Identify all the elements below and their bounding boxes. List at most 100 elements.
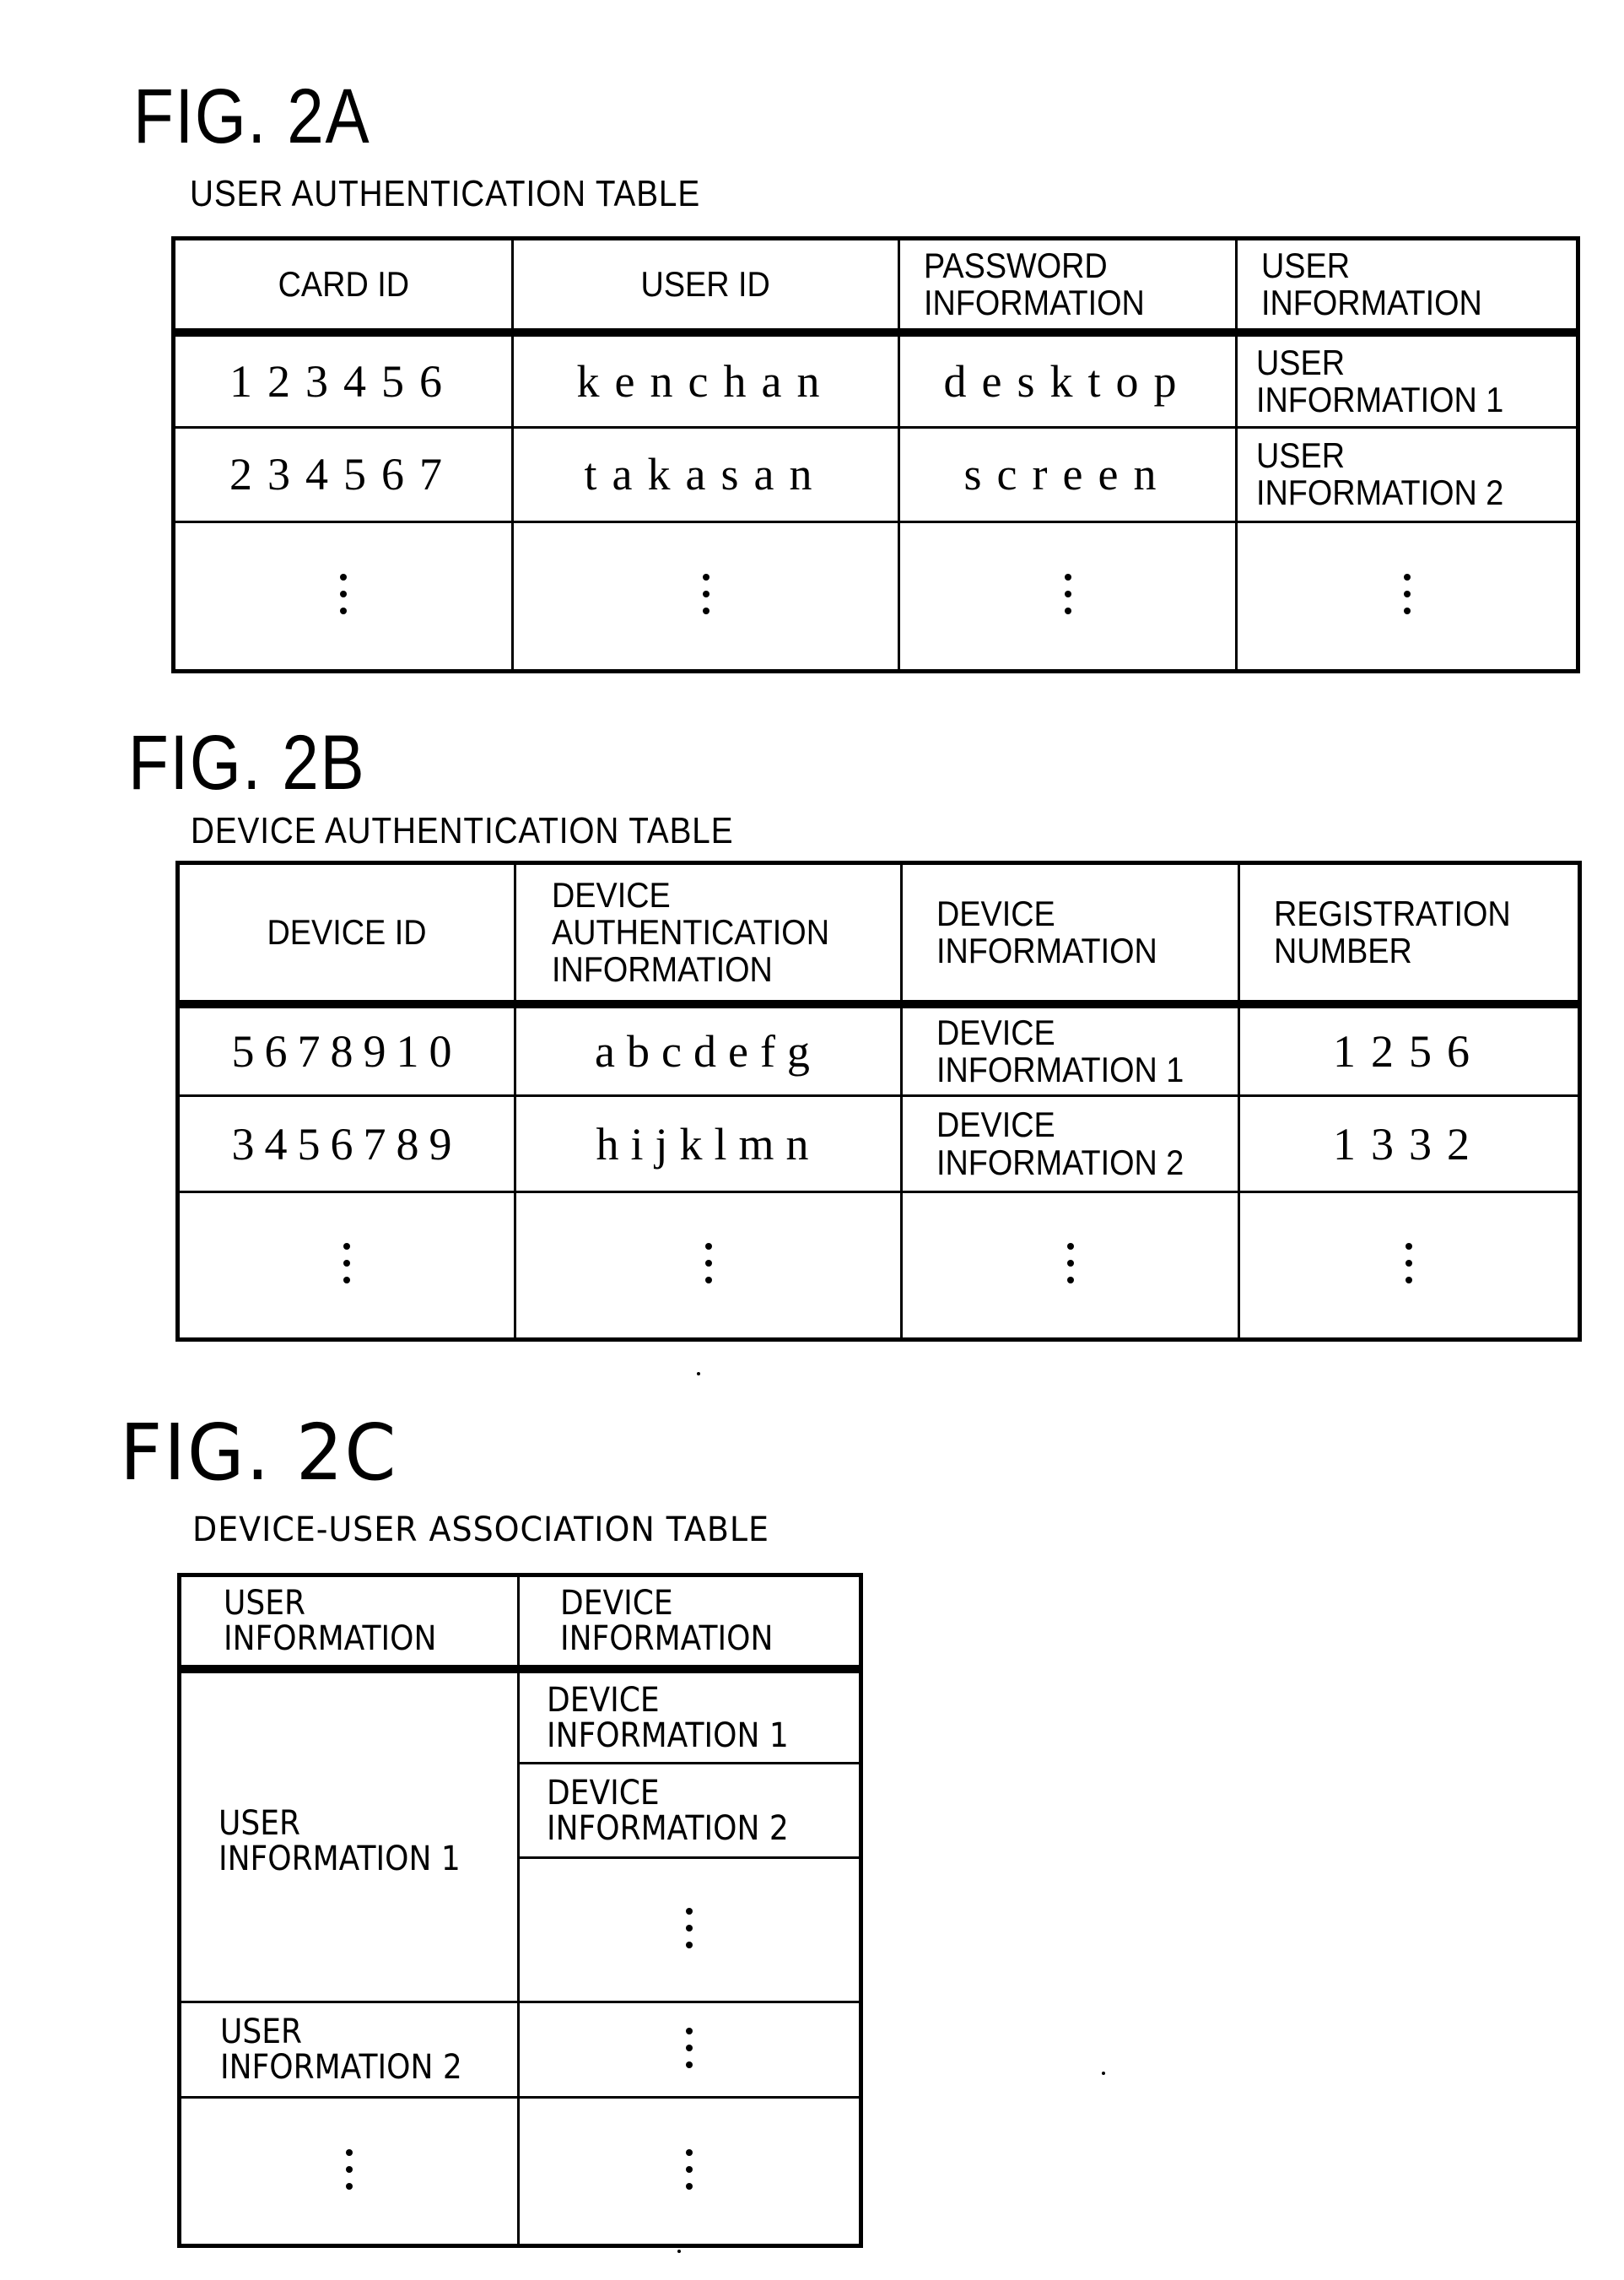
header-text-line: INFORMATION bbox=[924, 282, 1145, 322]
header-text-line: AUTHENTICATION bbox=[552, 911, 830, 952]
ellipsis-cell bbox=[176, 1190, 516, 1342]
table-caption-device-authentication: DEVICE AUTHENTICATION TABLE bbox=[191, 810, 734, 851]
table-row-group-1: USER INFORMATION 1 DEVICE INFORMATION 1 bbox=[178, 1667, 862, 2003]
ellipsis-cell bbox=[898, 521, 1238, 673]
cell-device-authentication-information: abcdefg bbox=[514, 1002, 903, 1098]
header-text-line: INFORMATION bbox=[552, 948, 773, 989]
vertical-ellipsis-icon bbox=[346, 2139, 353, 2200]
cell-device-id: 3456789 bbox=[176, 1094, 516, 1193]
table-header-row: CARD ID USER ID PASSWORD INFORMATION USER… bbox=[172, 236, 1579, 337]
scan-speck bbox=[697, 1372, 700, 1375]
scan-speck bbox=[677, 2250, 681, 2253]
table-row: 3456789 hijklmn DEVICE INFORMATION 2 1332 bbox=[176, 1094, 1581, 1193]
header-registration-number: REGISTRATION NUMBER bbox=[1238, 861, 1581, 1008]
header-card-id: CARD ID bbox=[172, 236, 514, 337]
cell-card-id: 123456 bbox=[172, 331, 514, 429]
cell-text-line: USER bbox=[1256, 342, 1346, 382]
table-header-row: USER INFORMATION DEVICE INFORMATION bbox=[178, 1574, 862, 1674]
vertical-ellipsis-icon bbox=[704, 1233, 712, 1294]
cell-registration-number: 1332 bbox=[1238, 1094, 1581, 1193]
cell-user-id: kenchan bbox=[511, 331, 900, 429]
cell-text-line: DEVICE bbox=[936, 1105, 1055, 1145]
cell-text-line: USER bbox=[1256, 435, 1346, 476]
header-text-line: USER bbox=[224, 1584, 305, 1624]
header-text-line: INFORMATION bbox=[936, 930, 1157, 970]
cell-device-information-2: DEVICE INFORMATION 2 bbox=[517, 1762, 862, 1859]
header-text-line: NUMBER bbox=[1274, 930, 1412, 970]
ellipsis-cell bbox=[514, 1190, 903, 1342]
vertical-ellipsis-icon bbox=[1066, 1233, 1074, 1294]
cell-user-information: USER INFORMATION 1 bbox=[1235, 331, 1579, 429]
user-authentication-table: CARD ID USER ID PASSWORD INFORMATION USER… bbox=[171, 236, 1580, 673]
header-user-information: USER INFORMATION bbox=[1235, 236, 1579, 337]
vertical-ellipsis-icon bbox=[686, 2018, 693, 2078]
cell-text-line: USER bbox=[220, 2012, 302, 2051]
table-header-row: DEVICE ID DEVICE AUTHENTICATION INFORMATIO… bbox=[176, 861, 1581, 1008]
cell-password: screen bbox=[898, 425, 1238, 524]
cell-text-line: USER bbox=[219, 1803, 300, 1843]
header-text-line: USER bbox=[1261, 245, 1351, 285]
cell-user-information-1: USER INFORMATION 1 bbox=[178, 1667, 520, 2003]
ellipsis-cell bbox=[1238, 1190, 1581, 1342]
ellipsis-cell bbox=[178, 2096, 520, 2247]
cell-user-id: takasan bbox=[511, 425, 900, 524]
header-text: USER ID bbox=[640, 263, 771, 304]
ellipsis-cell bbox=[517, 2000, 862, 2099]
ellipsis-cell bbox=[1235, 521, 1579, 673]
vertical-ellipsis-icon bbox=[343, 1233, 350, 1294]
header-text: CARD ID bbox=[278, 263, 409, 304]
header-text-line: REGISTRATION bbox=[1274, 893, 1511, 933]
header-text-line: DEVICE bbox=[552, 874, 671, 915]
cell-text-line: INFORMATION 1 bbox=[547, 1715, 789, 1755]
cell-text-line: INFORMATION 1 bbox=[1256, 379, 1504, 419]
cell-card-id: 234567 bbox=[172, 425, 514, 524]
vertical-ellipsis-icon bbox=[1064, 564, 1071, 624]
cell-text-line: INFORMATION 1 bbox=[219, 1839, 461, 1878]
figure-label-2c: FIG. 2C bbox=[120, 1407, 398, 1498]
cell-device-authentication-information: hijklmn bbox=[514, 1094, 903, 1193]
cell-text-line: INFORMATION 1 bbox=[936, 1049, 1184, 1089]
cell-user-information: USER INFORMATION 2 bbox=[1235, 425, 1579, 524]
cell-text-line: INFORMATION 2 bbox=[220, 2047, 462, 2087]
header-text-line: INFORMATION bbox=[224, 1619, 437, 1659]
cell-device-id: 5678910 bbox=[176, 1002, 516, 1098]
vertical-ellipsis-icon bbox=[340, 564, 347, 624]
ellipsis-cell bbox=[511, 521, 900, 673]
header-text-line: DEVICE bbox=[560, 1584, 673, 1624]
figure-label-2b: FIG. 2B bbox=[128, 720, 366, 806]
table-row-continuation bbox=[178, 2096, 862, 2247]
cell-text-line: DEVICE bbox=[547, 1680, 660, 1720]
ellipsis-cell bbox=[517, 1856, 862, 2003]
header-device-information: DEVICE INFORMATION bbox=[900, 861, 1240, 1008]
header-text-line: PASSWORD bbox=[924, 245, 1108, 285]
figure-label-2a: FIG. 2A bbox=[133, 73, 371, 159]
cell-registration-number: 1256 bbox=[1238, 1002, 1581, 1098]
cell-text-line: INFORMATION 2 bbox=[1256, 473, 1504, 513]
header-text-line: INFORMATION bbox=[1261, 282, 1482, 322]
header-text: DEVICE ID bbox=[267, 911, 427, 952]
table-row: 234567 takasan screen USER INFORMATION 2 bbox=[172, 425, 1579, 524]
vertical-ellipsis-icon bbox=[702, 564, 709, 624]
header-device-information: DEVICE INFORMATION bbox=[517, 1574, 862, 1674]
table-row: 5678910 abcdefg DEVICE INFORMATION 1 1256 bbox=[176, 1002, 1581, 1098]
table-row: 123456 kenchan desktop USER INFORMATION 1 bbox=[172, 331, 1579, 429]
vertical-ellipsis-icon bbox=[1403, 564, 1411, 624]
cell-password: desktop bbox=[898, 331, 1238, 429]
vertical-ellipsis-icon bbox=[686, 1898, 693, 1959]
device-authentication-table: DEVICE ID DEVICE AUTHENTICATION INFORMATIO… bbox=[175, 861, 1582, 1342]
header-user-id: USER ID bbox=[511, 236, 900, 337]
device-user-association-table: USER INFORMATION DEVICE INFORMATION USER IN… bbox=[177, 1573, 863, 2248]
cell-device-information-1: DEVICE INFORMATION 1 bbox=[517, 1667, 862, 1765]
cell-text-line: DEVICE bbox=[936, 1012, 1055, 1052]
cell-text-line: DEVICE bbox=[547, 1773, 660, 1813]
cell-device-information: DEVICE INFORMATION 2 bbox=[900, 1094, 1240, 1193]
table-row-group-2: USER INFORMATION 2 bbox=[178, 2000, 862, 2099]
vertical-ellipsis-icon bbox=[686, 2139, 693, 2200]
header-text-line: INFORMATION bbox=[560, 1619, 774, 1659]
header-device-id: DEVICE ID bbox=[176, 861, 516, 1008]
ellipsis-cell bbox=[517, 2096, 862, 2247]
header-text-line: DEVICE bbox=[936, 893, 1055, 933]
cell-text-line: INFORMATION 2 bbox=[936, 1142, 1184, 1182]
ellipsis-cell bbox=[900, 1190, 1240, 1342]
cell-device-information: DEVICE INFORMATION 1 bbox=[900, 1002, 1240, 1098]
